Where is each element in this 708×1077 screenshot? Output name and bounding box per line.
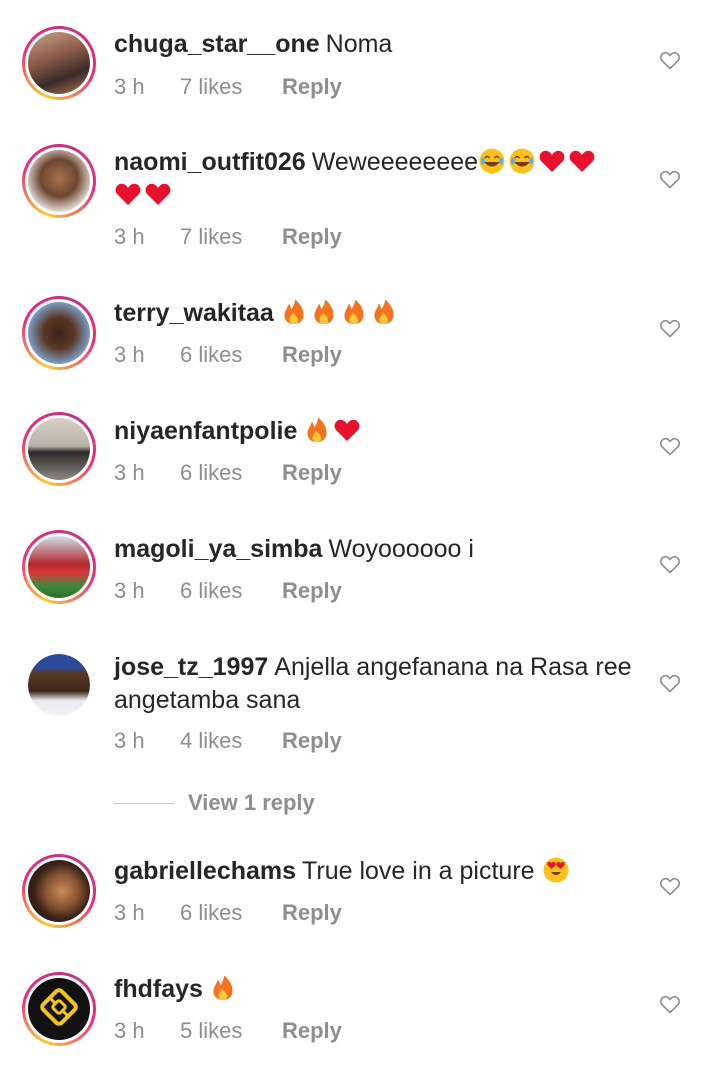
heart-outline-icon[interactable] [658,874,682,898]
reply-button[interactable]: Reply [282,728,342,754]
red-heart-emoji-icon [539,150,565,172]
comment-likes[interactable]: 6 likes [180,900,282,926]
comment-meta: 3 h 6 likes Reply [114,900,342,926]
fire-emoji-icon [344,299,364,324]
avatar [28,302,90,364]
comment-username[interactable]: fhdfays [114,975,203,1003]
joy-emoji-icon [509,148,535,174]
view-replies-label: View 1 reply [188,790,315,815]
avatar-story-ring[interactable] [22,144,96,218]
reply-button[interactable]: Reply [282,1018,342,1044]
view-replies-button[interactable]: View 1 reply [114,790,315,816]
avatar [28,536,90,598]
comment-username[interactable]: gabriellechams [114,857,296,885]
comment-likes[interactable]: 7 likes [180,224,282,250]
heart-outline-icon[interactable] [658,316,682,340]
avatar [28,860,90,922]
reply-button[interactable]: Reply [282,224,342,250]
view-replies-divider [114,802,174,804]
comment-likes[interactable]: 6 likes [180,578,282,604]
comment-time: 3 h [114,728,145,753]
comment-username[interactable]: chuga_star__one [114,30,320,58]
comment-body: Woyoooooo i [328,535,474,563]
avatar-story-ring[interactable] [22,412,96,486]
fire-emoji-icon [314,299,334,324]
comment-username[interactable]: niyaenfantpolie [114,417,297,445]
comment-body: Noma [325,30,393,58]
comment-text: gabriellechams True love in a picture [114,855,634,888]
comment-time: 3 h [114,460,145,485]
comment-meta: 3 h 7 likes Reply [114,74,342,100]
comment-meta: 3 h 4 likes Reply [114,728,342,754]
fire-emoji-icon [307,417,327,442]
heart-outline-icon[interactable] [658,167,682,191]
comment-time: 3 h [114,900,145,925]
reply-button[interactable]: Reply [282,578,342,604]
comment-username[interactable]: naomi_outfit026 [114,148,306,176]
comment-time: 3 h [114,578,145,603]
reply-button[interactable]: Reply [282,900,342,926]
heart-outline-icon[interactable] [658,552,682,576]
heart-outline-icon[interactable] [658,434,682,458]
comment-time: 3 h [114,1018,145,1043]
comment-likes[interactable]: 6 likes [180,342,282,368]
comment-likes[interactable]: 5 likes [180,1018,282,1044]
avatar [28,150,90,212]
reply-button[interactable]: Reply [282,342,342,368]
comment-body: True love in a picture [302,857,535,885]
red-heart-emoji-icon [334,419,360,441]
comment-username[interactable]: jose_tz_1997 [114,653,268,681]
heart-eyes-emoji-icon [543,857,569,883]
heart-outline-icon[interactable] [658,48,682,72]
fire-emoji-icon [284,299,304,324]
comment-text: terry_wakitaa [114,297,634,330]
comment-time: 3 h [114,342,145,367]
avatar-story-ring[interactable] [22,530,96,604]
heart-outline-icon[interactable] [658,992,682,1016]
comment-username[interactable]: terry_wakitaa [114,299,274,327]
comment-meta: 3 h 6 likes Reply [114,460,342,486]
avatar-story-ring[interactable] [22,854,96,928]
avatar-story-ring[interactable] [22,26,96,100]
comment-text: jose_tz_1997 Anjella angefanana na Rasa r… [114,651,634,717]
comment-likes[interactable]: 7 likes [180,74,282,100]
comment-body: Weweeeeeeee [311,148,479,176]
avatar[interactable] [28,654,90,716]
comment-meta: 3 h 7 likes Reply [114,224,342,250]
comment-text: niyaenfantpolie [114,415,634,448]
avatar [28,978,90,1040]
red-heart-emoji-icon [569,150,595,172]
comment-username[interactable]: magoli_ya_simba [114,535,322,563]
heart-outline-icon[interactable] [658,671,682,695]
comment-time: 3 h [114,74,145,99]
avatar [28,418,90,480]
red-heart-emoji-icon [145,183,171,205]
comment-meta: 3 h 5 likes Reply [114,1018,342,1044]
fire-emoji-icon [213,975,233,1000]
avatar-story-ring[interactable] [22,296,96,370]
fire-emoji-icon [374,299,394,324]
comment-likes[interactable]: 4 likes [180,728,282,754]
comment-text: fhdfays [114,973,634,1006]
comment-likes[interactable]: 6 likes [180,460,282,486]
joy-emoji-icon [479,148,505,174]
red-heart-emoji-icon [115,183,141,205]
reply-button[interactable]: Reply [282,74,342,100]
comment-time: 3 h [114,224,145,249]
comment-meta: 3 h 6 likes Reply [114,578,342,604]
comment-text: naomi_outfit026 Weweeeeeeee [114,146,634,212]
comment-text: chuga_star__one Noma [114,28,634,61]
comment-text: magoli_ya_simba Woyoooooo i [114,533,634,566]
comment-meta: 3 h 6 likes Reply [114,342,342,368]
logo-icon [40,988,78,1026]
avatar-story-ring[interactable] [22,972,96,1046]
reply-button[interactable]: Reply [282,460,342,486]
avatar-image [28,654,90,716]
avatar [28,32,90,94]
